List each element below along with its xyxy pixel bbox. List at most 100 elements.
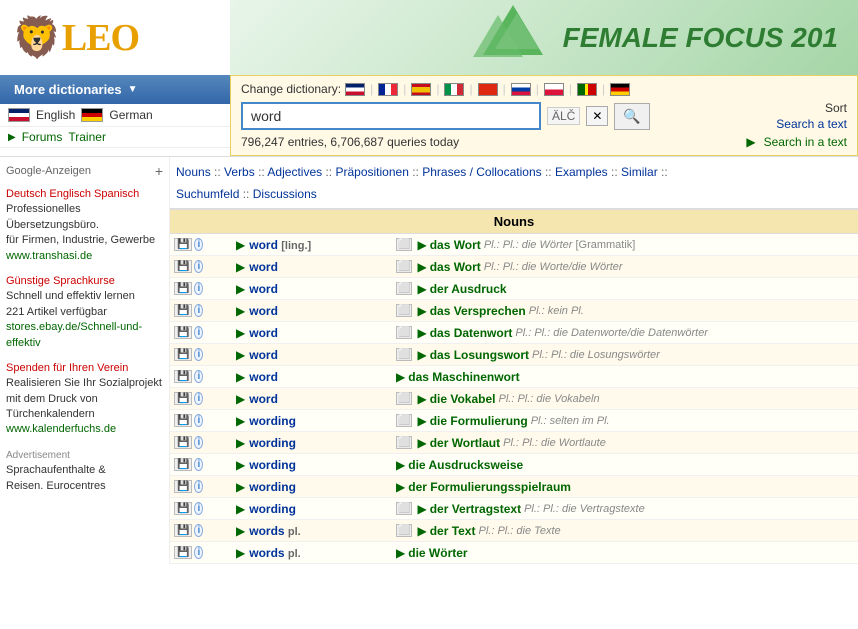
- ad3-link[interactable]: Spenden für Ihren Verein: [6, 362, 128, 374]
- play-de-icon[interactable]: ▶: [417, 414, 426, 428]
- search-a-text-link[interactable]: Search a text: [776, 117, 847, 131]
- info-icon[interactable]: i: [194, 546, 203, 559]
- save-icon[interactable]: 💾: [174, 282, 192, 295]
- copy-icon[interactable]: ⬜: [396, 304, 412, 317]
- info-icon[interactable]: i: [194, 502, 203, 515]
- save-icon[interactable]: 💾: [174, 436, 192, 449]
- tab-examples[interactable]: Examples: [555, 165, 608, 179]
- save-icon[interactable]: 💾: [174, 458, 192, 471]
- add-icon[interactable]: +: [155, 163, 163, 179]
- search-input[interactable]: [241, 102, 541, 130]
- german-link[interactable]: German: [109, 108, 152, 122]
- play-en-icon[interactable]: ▶: [236, 458, 245, 472]
- clear-input-button[interactable]: ✕: [586, 106, 608, 126]
- play-de-icon[interactable]: ▶: [417, 348, 426, 362]
- play-de-icon[interactable]: ▶: [417, 260, 426, 274]
- copy-icon[interactable]: ⬜: [396, 348, 412, 361]
- play-de-icon[interactable]: ▶: [417, 436, 426, 450]
- save-icon[interactable]: 💾: [174, 304, 192, 317]
- copy-icon[interactable]: ⬜: [396, 326, 412, 339]
- ad2-url[interactable]: stores.ebay.de/Schnell-und-effektiv: [6, 321, 142, 348]
- ad3-desc: Realisieren Sie Ihr Sozialprojektmit dem…: [6, 376, 163, 422]
- play-en-icon[interactable]: ▶: [236, 480, 245, 494]
- search-in-text-link[interactable]: Search in a text: [764, 135, 847, 149]
- info-icon[interactable]: i: [194, 524, 203, 537]
- play-de-icon[interactable]: ▶: [417, 282, 426, 296]
- ad3-url[interactable]: www.kalenderfuchs.de: [6, 423, 116, 435]
- save-icon[interactable]: 💾: [174, 392, 192, 405]
- copy-icon[interactable]: ⬜: [396, 260, 412, 273]
- trainer-link[interactable]: Trainer: [68, 130, 106, 144]
- play-en-icon[interactable]: ▶: [236, 502, 245, 516]
- tab-discussions[interactable]: Discussions: [253, 187, 317, 201]
- save-icon[interactable]: 💾: [174, 546, 192, 559]
- tab-phrases[interactable]: Phrases / Collocations: [422, 165, 541, 179]
- info-icon[interactable]: i: [194, 326, 203, 339]
- tab-nouns[interactable]: Nouns: [176, 165, 211, 179]
- play-de-icon[interactable]: ▶: [417, 524, 426, 538]
- save-icon[interactable]: 💾: [174, 480, 192, 493]
- ad1-url[interactable]: www.transhasi.de: [6, 250, 92, 262]
- play-en-icon[interactable]: ▶: [236, 304, 245, 318]
- save-icon[interactable]: 💾: [174, 326, 192, 339]
- copy-icon[interactable]: ⬜: [396, 414, 412, 427]
- play-de-icon[interactable]: ▶: [417, 392, 426, 406]
- play-en-icon[interactable]: ▶: [236, 436, 245, 450]
- info-icon[interactable]: i: [194, 414, 203, 427]
- tab-adjectives[interactable]: Adjectives: [267, 165, 322, 179]
- copy-icon[interactable]: ⬜: [396, 524, 412, 537]
- info-icon[interactable]: i: [194, 436, 203, 449]
- play-en-icon[interactable]: ▶: [236, 414, 245, 428]
- tab-verbs[interactable]: Verbs: [224, 165, 255, 179]
- play-en-icon[interactable]: ▶: [236, 546, 245, 560]
- tab-similar[interactable]: Similar: [621, 165, 658, 179]
- en-word: word [ling.]: [249, 238, 311, 252]
- info-icon[interactable]: i: [194, 282, 203, 295]
- play-de-icon[interactable]: ▶: [396, 458, 405, 472]
- forums-link[interactable]: Forums: [22, 130, 63, 144]
- copy-icon[interactable]: ⬜: [396, 238, 412, 251]
- play-en-icon[interactable]: ▶: [236, 238, 245, 252]
- play-en-icon[interactable]: ▶: [236, 260, 245, 274]
- copy-icon[interactable]: ⬜: [396, 436, 412, 449]
- info-icon[interactable]: i: [194, 304, 203, 317]
- ad1-link[interactable]: Deutsch Englisch Spanisch: [6, 188, 139, 200]
- info-icon[interactable]: i: [194, 480, 203, 493]
- play-en-icon[interactable]: ▶: [236, 370, 245, 384]
- save-icon[interactable]: 💾: [174, 238, 192, 251]
- sort-link[interactable]: Sort: [825, 101, 847, 115]
- info-icon[interactable]: i: [194, 392, 203, 405]
- play-en-icon[interactable]: ▶: [236, 348, 245, 362]
- info-icon[interactable]: i: [194, 348, 203, 361]
- play-de-icon[interactable]: ▶: [417, 326, 426, 340]
- copy-icon[interactable]: ⬜: [396, 502, 412, 515]
- save-icon[interactable]: 💾: [174, 502, 192, 515]
- save-icon[interactable]: 💾: [174, 370, 192, 383]
- save-icon[interactable]: 💾: [174, 348, 192, 361]
- search-button[interactable]: 🔍: [614, 103, 649, 130]
- save-icon[interactable]: 💾: [174, 524, 192, 537]
- ad2-link[interactable]: Günstige Sprachkurse: [6, 275, 115, 287]
- copy-icon[interactable]: ⬜: [396, 392, 412, 405]
- play-en-icon[interactable]: ▶: [236, 392, 245, 406]
- play-de-icon[interactable]: ▶: [417, 238, 426, 252]
- tab-praepositionen[interactable]: Präpositionen: [335, 165, 408, 179]
- play-de-icon[interactable]: ▶: [417, 502, 426, 516]
- tab-suchumfeld[interactable]: Suchumfeld: [176, 187, 239, 201]
- play-en-icon[interactable]: ▶: [236, 326, 245, 340]
- save-icon[interactable]: 💾: [174, 260, 192, 273]
- info-icon[interactable]: i: [194, 458, 203, 471]
- copy-icon[interactable]: ⬜: [396, 282, 412, 295]
- info-icon[interactable]: i: [194, 370, 203, 383]
- play-en-icon[interactable]: ▶: [236, 282, 245, 296]
- play-de-icon[interactable]: ▶: [396, 370, 405, 384]
- play-en-icon[interactable]: ▶: [236, 524, 245, 538]
- play-de-icon[interactable]: ▶: [396, 480, 405, 494]
- info-icon[interactable]: i: [194, 238, 203, 251]
- play-de-icon[interactable]: ▶: [396, 546, 405, 560]
- play-de-icon[interactable]: ▶: [417, 304, 426, 318]
- more-dictionaries-button[interactable]: More dictionaries ▼: [0, 75, 230, 104]
- save-icon[interactable]: 💾: [174, 414, 192, 427]
- info-icon[interactable]: i: [194, 260, 203, 273]
- english-link[interactable]: English: [36, 108, 75, 122]
